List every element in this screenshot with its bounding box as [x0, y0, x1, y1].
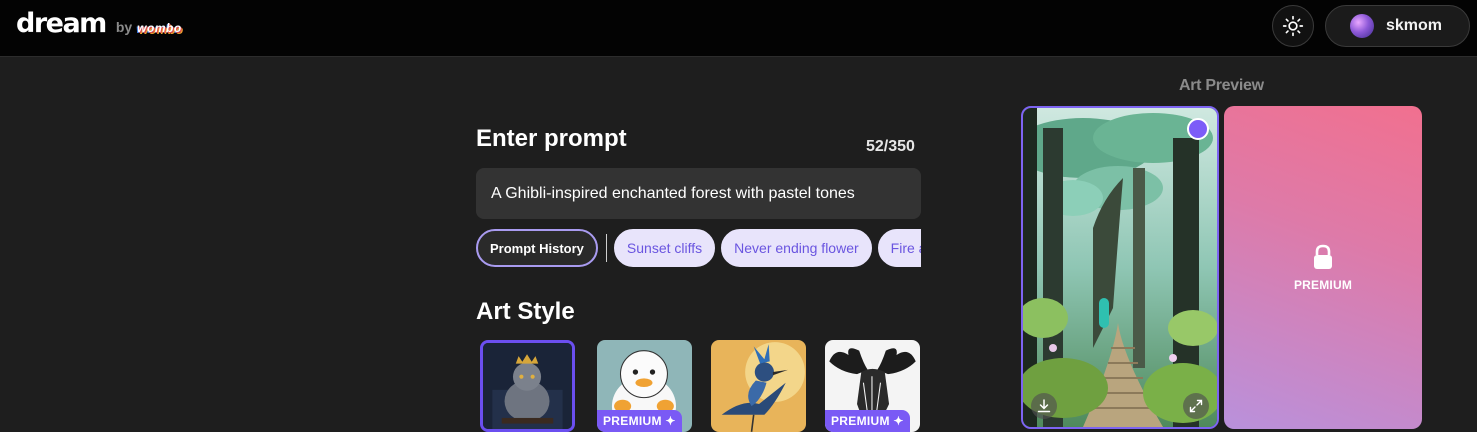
logo-by-text: by — [115, 19, 133, 35]
premium-preview-card[interactable]: PREMIUM — [1224, 106, 1422, 429]
prompt-history-button[interactable]: Prompt History — [476, 229, 598, 267]
top-bar: dream by wombo skmom — [0, 0, 1477, 57]
premium-badge-text: PREMIUM — [831, 414, 890, 428]
art-style-card[interactable]: PREMIUM ✦ — [825, 340, 920, 432]
premium-badge-text: PREMIUM — [603, 414, 662, 428]
logo-dream-text: dream — [16, 8, 107, 39]
premium-label: PREMIUM — [1293, 277, 1353, 292]
download-icon — [1037, 399, 1051, 413]
user-name: skmom — [1386, 17, 1443, 34]
art-style-card[interactable]: PREMIUM ✦ — [597, 340, 692, 432]
blue-bird-thumbnail — [711, 340, 806, 432]
chip-divider — [605, 234, 607, 262]
download-button[interactable] — [1031, 393, 1057, 419]
cat-king-thumbnail — [483, 343, 572, 429]
art-preview-title: Art Preview — [1179, 77, 1264, 94]
art-preview-image-card[interactable] — [1021, 106, 1219, 429]
premium-badge: PREMIUM ✦ — [597, 410, 682, 432]
expand-button[interactable] — [1183, 393, 1209, 419]
avatar — [1350, 14, 1374, 38]
art-style-card[interactable] — [480, 340, 575, 432]
wombo-logo: wombo — [137, 21, 182, 35]
expand-icon — [1189, 399, 1203, 413]
dream-logo[interactable]: dream by wombo — [16, 8, 182, 39]
premium-badge: PREMIUM ✦ — [825, 410, 910, 432]
forest-preview-image — [1023, 108, 1217, 427]
char-count: 52/350 — [866, 138, 915, 155]
sun-icon — [1282, 15, 1304, 37]
suggestion-chip[interactable]: Fire and w — [877, 229, 921, 267]
suggestion-chip[interactable]: Sunset cliffs — [613, 229, 716, 267]
prompt-chips: Prompt History Sunset cliffs Never endin… — [476, 229, 921, 267]
lock-icon — [1314, 244, 1332, 269]
user-menu-button[interactable]: skmom — [1325, 5, 1470, 47]
art-style-title: Art Style — [476, 298, 575, 325]
selected-indicator[interactable] — [1187, 118, 1209, 140]
art-style-card[interactable] — [711, 340, 806, 432]
theme-toggle-button[interactable] — [1272, 5, 1314, 47]
sparkle-icon: ✦ — [893, 414, 904, 428]
prompt-title: Enter prompt — [476, 125, 627, 152]
sparkle-icon: ✦ — [665, 414, 676, 428]
suggestion-chip[interactable]: Never ending flower — [721, 229, 872, 267]
prompt-input[interactable] — [476, 168, 921, 219]
